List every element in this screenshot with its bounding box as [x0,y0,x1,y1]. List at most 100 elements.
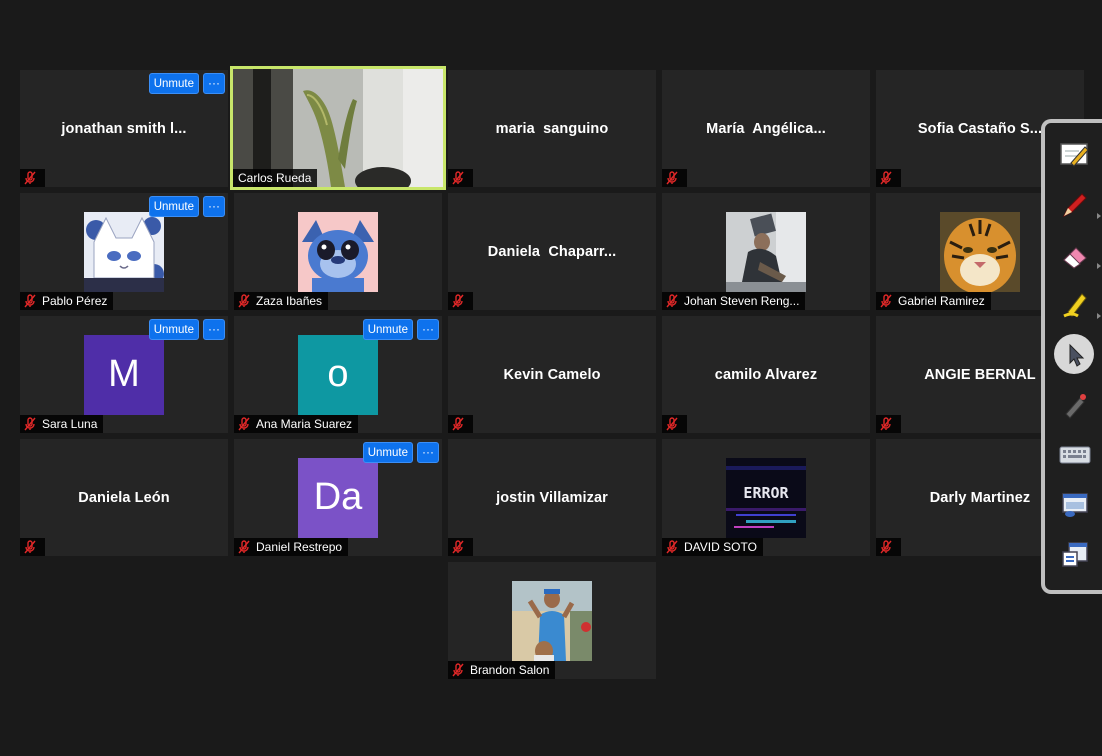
name-label [448,538,473,556]
eraser-tool-button[interactable] [1055,235,1101,275]
participant-name: Daniel Restrepo [256,540,343,554]
unmute-button[interactable]: Unmute [362,319,413,340]
participant-name: Daniela León [78,489,170,506]
laser-tool-button[interactable] [1055,385,1095,425]
name-label: Johan Steven Reng... [662,292,806,310]
name-label: Pablo Pérez [20,292,114,310]
unmute-button[interactable]: Unmute [148,196,199,217]
unmute-button[interactable]: Unmute [362,442,413,463]
letter-avatar: M [84,334,164,415]
participant-tile[interactable]: jostin Villamizar [448,439,656,556]
participant-tile[interactable]: Daniela Chaparr... [448,193,656,310]
error-glitch-avatar: ERROR [726,457,806,538]
participant-name: camilo Alvarez [714,366,818,383]
mic-muted-icon [451,417,465,431]
mic-muted-icon [879,417,893,431]
selfie-photo-avatar [512,580,592,661]
stitch-avatar [298,211,378,292]
screen-capture-icon [1062,493,1088,517]
participant-name: Kevin Camelo [503,366,601,383]
name-label: Zaza Ibañes [234,292,329,310]
participant-name: Johan Steven Reng... [684,294,800,308]
mic-muted-icon [665,417,679,431]
name-label [876,169,901,187]
participant-name: jostin Villamizar [496,489,608,506]
mic-muted-icon [665,171,679,185]
name-label: Carlos Rueda [233,169,318,187]
participant-tile[interactable]: maria sanguino [448,70,656,187]
mic-muted-icon [665,294,679,308]
participant-tile[interactable]: Brandon Salon [448,562,656,679]
participant-name: Brandon Salon [470,663,550,677]
name-label [448,292,473,310]
participant-name: María Angélica... [706,120,826,137]
participant-tile[interactable]: Daniela León [20,439,228,556]
name-label [876,415,901,433]
pen-tool-button[interactable] [1055,185,1101,225]
mic-muted-icon [237,540,251,554]
name-label [20,538,45,556]
screen-capture-tool-button[interactable] [1055,485,1095,525]
tiger-avatar [940,211,1020,292]
keyboard-tool-button[interactable] [1055,435,1095,475]
name-label [448,169,473,187]
name-label [662,169,687,187]
unmute-button[interactable]: Unmute [148,73,199,94]
mic-muted-icon [237,294,251,308]
name-label: DAVID SOTO [662,538,763,556]
mic-muted-icon [451,171,465,185]
participant-tile[interactable]: Da Unmute ··· Daniel Restrepo [234,439,442,556]
participant-tile[interactable]: Kevin Camelo [448,316,656,433]
highlighter-icon [1063,293,1087,318]
whiteboard-tool-button[interactable] [1055,535,1095,575]
mic-muted-icon [451,294,465,308]
participant-tile[interactable]: Johan Steven Reng... [662,193,870,310]
name-label: Gabriel Ramirez [876,292,991,310]
participant-tile[interactable]: María Angélica... [662,70,870,187]
more-options-button[interactable]: ··· [203,319,225,340]
more-options-button[interactable]: ··· [417,442,439,463]
mic-muted-icon [665,540,679,554]
pen-icon [1062,193,1087,218]
participant-name: Pablo Pérez [42,294,108,308]
more-options-button[interactable]: ··· [417,319,439,340]
participant-name: Zaza Ibañes [256,294,323,308]
mic-muted-icon [879,540,893,554]
participant-name: Gabriel Ramirez [898,294,985,308]
mic-muted-icon [23,417,37,431]
more-options-button[interactable]: ··· [203,196,225,217]
keyboard-icon [1059,446,1091,464]
participant-tile[interactable]: o Unmute ··· Ana Maria Suarez [234,316,442,433]
participant-tile-active-speaker[interactable]: Carlos Rueda [230,66,446,190]
mic-muted-icon [451,663,465,677]
participant-name: Carlos Rueda [238,171,312,185]
mic-muted-icon [23,171,37,185]
participant-name: DAVID SOTO [684,540,757,554]
unmute-button[interactable]: Unmute [148,319,199,340]
name-label [20,169,45,187]
participant-tile[interactable]: M Unmute ··· Sara Luna [20,316,228,433]
participant-name: maria sanguino [495,120,609,137]
person-photo-avatar [726,211,806,292]
mic-muted-icon [23,294,37,308]
pointer-tool-button[interactable] [1054,334,1095,375]
anime-cat-avatar [84,211,164,292]
annotate-icon [1060,143,1089,167]
participant-tile[interactable]: Unmute ··· Pablo Pérez [20,193,228,310]
annotation-toolbar [1041,119,1102,594]
name-label [662,415,687,433]
participant-tile[interactable]: jonathan smith l... Unmute ··· [20,70,228,187]
name-label: Daniel Restrepo [234,538,349,556]
participant-name: Daniela Chaparr... [487,243,617,260]
participant-tile[interactable]: camilo Alvarez [662,316,870,433]
participant-name: Ana Maria Suarez [256,417,353,431]
pointer-icon [1069,343,1085,367]
annotate-tool-button[interactable] [1055,135,1095,175]
participant-tile[interactable]: ERROR DAVID SOTO [662,439,870,556]
name-label [876,538,901,556]
highlighter-tool-button[interactable] [1055,285,1101,325]
participant-name: jonathan smith l... [61,120,187,137]
more-options-button[interactable]: ··· [203,73,225,94]
letter-avatar: Da [298,457,378,538]
participant-tile[interactable]: Zaza Ibañes [234,193,442,310]
